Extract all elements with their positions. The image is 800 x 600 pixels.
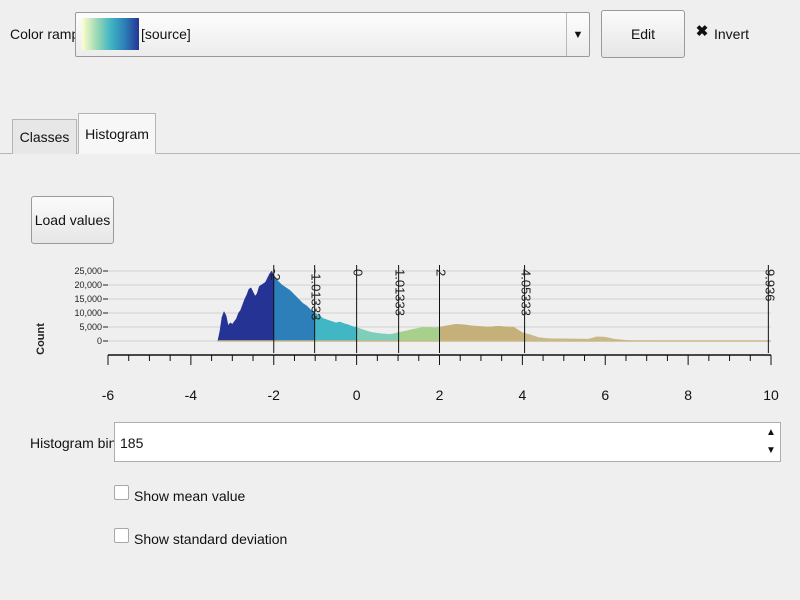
y-tick-label: 15,000 (74, 294, 102, 304)
class-break-label: 9.936 (762, 269, 777, 302)
x-tick-label: 0 (353, 387, 361, 403)
class-break-label: 1.01333 (393, 269, 408, 316)
color-ramp-value: [source] (141, 26, 191, 42)
histogram-class-area (398, 326, 440, 342)
chart-y-label: Count (35, 323, 47, 355)
histogram-class-area (524, 332, 769, 342)
show-std-checkbox[interactable] (114, 528, 129, 543)
histogram-class-area (356, 327, 399, 342)
invert-checkbox[interactable]: ✖ (695, 24, 709, 39)
class-break-label: 2 (434, 269, 449, 276)
show-mean-checkbox[interactable] (114, 485, 129, 500)
x-tick-label: 8 (684, 387, 692, 403)
edit-button[interactable]: Edit (601, 10, 685, 58)
x-tick-label: 4 (518, 387, 526, 403)
load-values-button[interactable]: Load values (31, 196, 114, 244)
class-break-label: -2 (268, 269, 283, 281)
histogram-bins-value: 185 (120, 435, 144, 451)
x-tick-label: -2 (268, 387, 281, 403)
histogram-chart: Count 25,00020,00015,00010,0005,0000 -2-… (35, 265, 779, 403)
y-tick-label: 25,000 (74, 266, 102, 276)
show-mean-label: Show mean value (134, 488, 246, 504)
x-tick-label: -6 (102, 387, 115, 403)
histogram-bins-label: Histogram bins (30, 435, 124, 451)
x-tick-label: 6 (601, 387, 609, 403)
y-tick-label: 20,000 (74, 280, 102, 290)
color-ramp-label: Color ramp (10, 26, 80, 42)
y-tick-label: 5,000 (79, 322, 102, 332)
tab-histogram[interactable]: Histogram (78, 113, 156, 154)
chevron-down-icon[interactable]: ▼ (566, 13, 589, 56)
spin-down-icon[interactable]: ▼ (763, 442, 779, 460)
x-tick-label: 2 (436, 387, 444, 403)
color-ramp-combobox[interactable]: [source] ▼ (75, 12, 590, 57)
invert-label: Invert (714, 26, 750, 42)
histogram-bins-spinbox[interactable]: 185 ▲ ▼ (114, 422, 781, 462)
x-tick-label: -4 (185, 387, 198, 403)
spin-up-icon[interactable]: ▲ (763, 424, 779, 442)
histogram-area (217, 270, 771, 342)
show-std-label: Show standard deviation (134, 531, 288, 547)
x-tick-label: 10 (763, 387, 779, 403)
y-tick-label: 0 (97, 336, 102, 346)
x-axis: -6 -4 -2 0 2 4 6 8 10 (102, 354, 779, 403)
class-break-label: -1.01333 (309, 269, 324, 320)
y-tick-labels: 25,000 20,000 15,000 10,000 5,000 0 (74, 266, 102, 346)
tab-classes[interactable]: Classes (12, 119, 77, 154)
color-ramp-preview (82, 18, 139, 50)
class-break-label: 4.05333 (519, 269, 534, 316)
class-break-label: 0 (351, 269, 366, 276)
histogram-class-area (217, 270, 274, 342)
y-tick-label: 10,000 (74, 308, 102, 318)
